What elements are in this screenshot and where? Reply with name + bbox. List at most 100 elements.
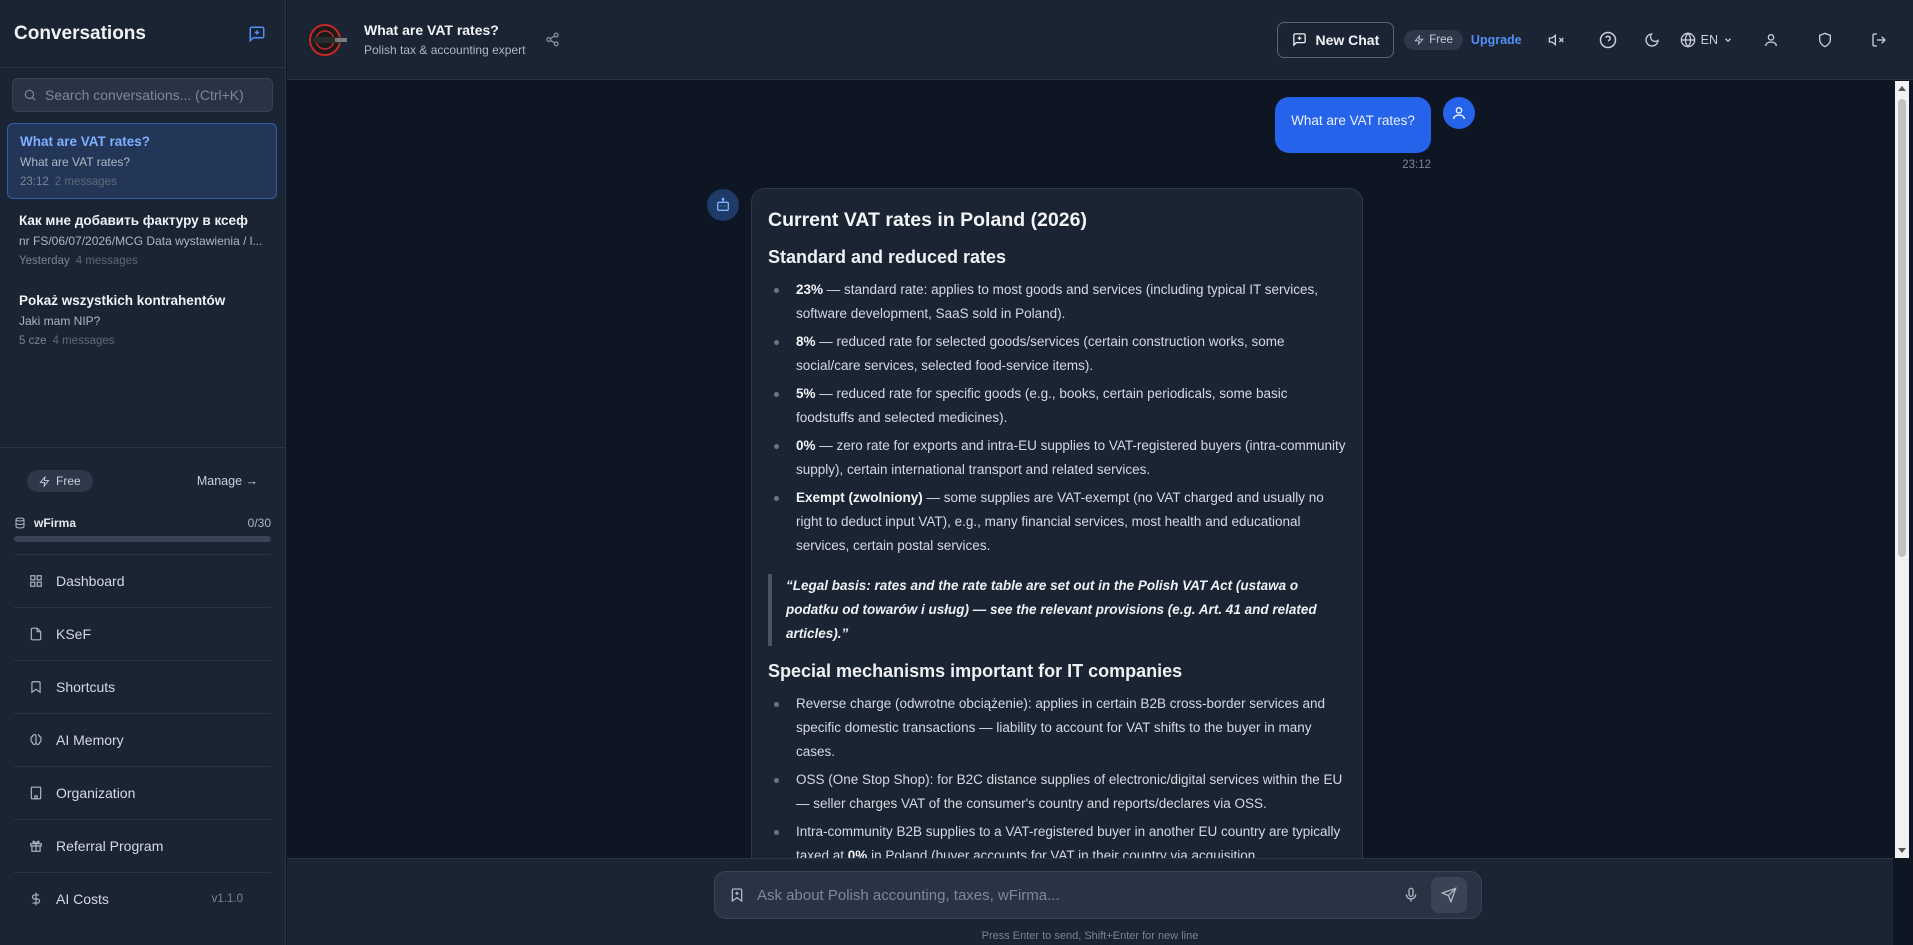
rates-list: 23% — standard rate: applies to most goo… (768, 278, 1346, 558)
chat-title: What are VAT rates? (364, 22, 499, 38)
list-item: Intra-community B2B supplies to a VAT-re… (768, 820, 1346, 858)
manage-link[interactable]: Manage → (197, 474, 258, 488)
scroll-thumb[interactable] (1898, 99, 1906, 557)
nav-item-shortcuts[interactable]: Shortcuts (14, 660, 271, 713)
plan-label: Free (1429, 33, 1453, 46)
rate-value: 0% (847, 848, 868, 858)
share-button[interactable] (545, 32, 560, 47)
usage-count: 0/30 (247, 516, 271, 530)
logout-icon (1872, 32, 1886, 47)
nav-item-dashboard[interactable]: Dashboard (14, 554, 271, 607)
grid-icon (30, 575, 42, 587)
rate-description: — reduced rate for selected goods/servic… (796, 334, 1285, 373)
scroll-down-arrow[interactable] (1898, 848, 1906, 853)
sidebar-bottom: Free Manage → wFirma 0/30 Dashboard KSeF… (0, 447, 285, 945)
gift-icon (30, 840, 42, 852)
usage-name: wFirma (14, 516, 76, 530)
user-icon (1453, 107, 1465, 120)
dollar-icon (31, 892, 41, 906)
rate-value: 5% (796, 386, 816, 401)
plan-row: Free Manage → (0, 470, 285, 492)
composer-hint: Press Enter to send, Shift+Enter for new… (981, 930, 1199, 942)
new-conversation-button[interactable] (243, 20, 271, 48)
conversation-meta: 5 cze 4 messages (19, 335, 265, 347)
moon-icon (1645, 32, 1659, 47)
rate-value: 0% (796, 438, 816, 453)
nav-item-organization[interactable]: Organization (14, 766, 271, 819)
shortcuts-button[interactable] (729, 887, 745, 903)
sidebar: Conversations What are VAT rates? What a… (0, 0, 286, 945)
nav-label: Referral Program (56, 838, 164, 854)
theme-toggle-button[interactable] (1642, 30, 1662, 50)
conversation-item[interactable]: Как мне добавить фактуру в ксеф nr FS/06… (7, 203, 277, 279)
message-input[interactable] (757, 886, 1391, 904)
mute-button[interactable] (1546, 30, 1566, 50)
chat-messages: What are VAT rates? 23:12 Current VAT ra… (287, 81, 1893, 858)
conversation-preview: nr FS/06/07/2026/MCG Data wystawienia / … (19, 234, 263, 248)
security-button[interactable] (1815, 30, 1835, 50)
conversation-item[interactable]: What are VAT rates? What are VAT rates? … (7, 123, 277, 199)
nav-item-ai-costs[interactable]: AI Costs v1.1.0 (14, 872, 271, 925)
conversation-list: What are VAT rates? What are VAT rates? … (0, 123, 285, 359)
app-version: v1.1.0 (211, 893, 243, 905)
document-icon (30, 627, 42, 641)
shield-icon (1819, 32, 1831, 47)
user-icon (1765, 33, 1777, 46)
nav-label: Shortcuts (56, 679, 116, 695)
conversation-preview: What are VAT rates? (20, 155, 131, 169)
section-heading: Special mechanisms important for IT comp… (768, 661, 1183, 681)
message-input-box (714, 871, 1482, 919)
lightning-icon (39, 475, 50, 487)
conversation-item[interactable]: Pokaż wszystkich kontrahentów Jaki mam N… (7, 283, 277, 359)
nav-item-referral[interactable]: Referral Program (14, 819, 271, 872)
chat-header: What are VAT rates? Polish tax & account… (287, 0, 1913, 80)
list-item: OSS (One Stop Shop): for B2C distance su… (768, 768, 1346, 816)
profile-button[interactable] (1761, 30, 1781, 50)
language-label: EN (1700, 32, 1718, 47)
plan-badge[interactable]: Free (27, 470, 93, 492)
list-item: 0% — zero rate for exports and intra-EU … (768, 434, 1346, 482)
chat-scrollbar[interactable] (1895, 81, 1909, 858)
search-input[interactable] (45, 87, 262, 103)
send-button[interactable] (1431, 877, 1467, 913)
answer-title: Current VAT rates in Poland (2026) (768, 209, 1087, 231)
language-selector[interactable]: EN (1680, 31, 1733, 48)
conversation-meta: 23:12 2 messages (20, 176, 264, 188)
usage-label: wFirma (34, 516, 77, 530)
conversation-time: 23:12 (20, 176, 49, 188)
nav-item-ai-memory[interactable]: AI Memory (14, 713, 271, 766)
composer: Press Enter to send, Shift+Enter for new… (287, 858, 1893, 945)
speaker-muted-icon (1548, 33, 1564, 46)
message-plus-icon (249, 26, 265, 43)
rate-value: 8% (796, 334, 816, 349)
rate-value: 23% (796, 282, 824, 297)
message-time: 23:12 (1402, 159, 1431, 171)
new-chat-label: New Chat (1315, 31, 1380, 48)
scroll-up-arrow[interactable] (1898, 86, 1906, 91)
conversation-time: 5 cze (19, 335, 47, 347)
conversation-title: What are VAT rates? (20, 134, 151, 149)
voice-input-button[interactable] (1403, 887, 1419, 903)
list-item: 5% — reduced rate for specific goods (e.… (768, 382, 1346, 430)
assistant-message: Current VAT rates in Poland (2026) Stand… (751, 188, 1363, 858)
logout-button[interactable] (1869, 30, 1889, 50)
conversation-preview: Jaki mam NIP? (19, 314, 101, 328)
upgrade-link[interactable]: Upgrade (1471, 33, 1522, 47)
new-chat-button[interactable]: New Chat (1277, 21, 1395, 58)
plan-label: Free (56, 474, 81, 488)
help-button[interactable] (1598, 30, 1618, 50)
sidebar-title: Conversations (14, 22, 146, 44)
chat-subtitle: Polish tax & accounting expert (364, 43, 526, 57)
conversation-count: 2 messages (54, 176, 117, 188)
sidebar-nav: Dashboard KSeF Shortcuts AI Memory Organ… (0, 554, 285, 925)
chevron-down-icon (1725, 37, 1731, 42)
section-heading: Standard and reduced rates (768, 247, 1007, 267)
conversation-time: Yesterday (19, 255, 70, 267)
send-icon (1441, 887, 1457, 903)
list-item: 8% — reduced rate for selected goods/ser… (768, 330, 1346, 378)
user-avatar (1443, 97, 1475, 129)
rate-description: — zero rate for exports and intra-EU sup… (796, 438, 1346, 477)
message-plus-icon (1293, 33, 1307, 47)
nav-item-ksef[interactable]: KSeF (14, 607, 271, 660)
rate-description: — reduced rate for specific goods (e.g.,… (796, 386, 1288, 425)
